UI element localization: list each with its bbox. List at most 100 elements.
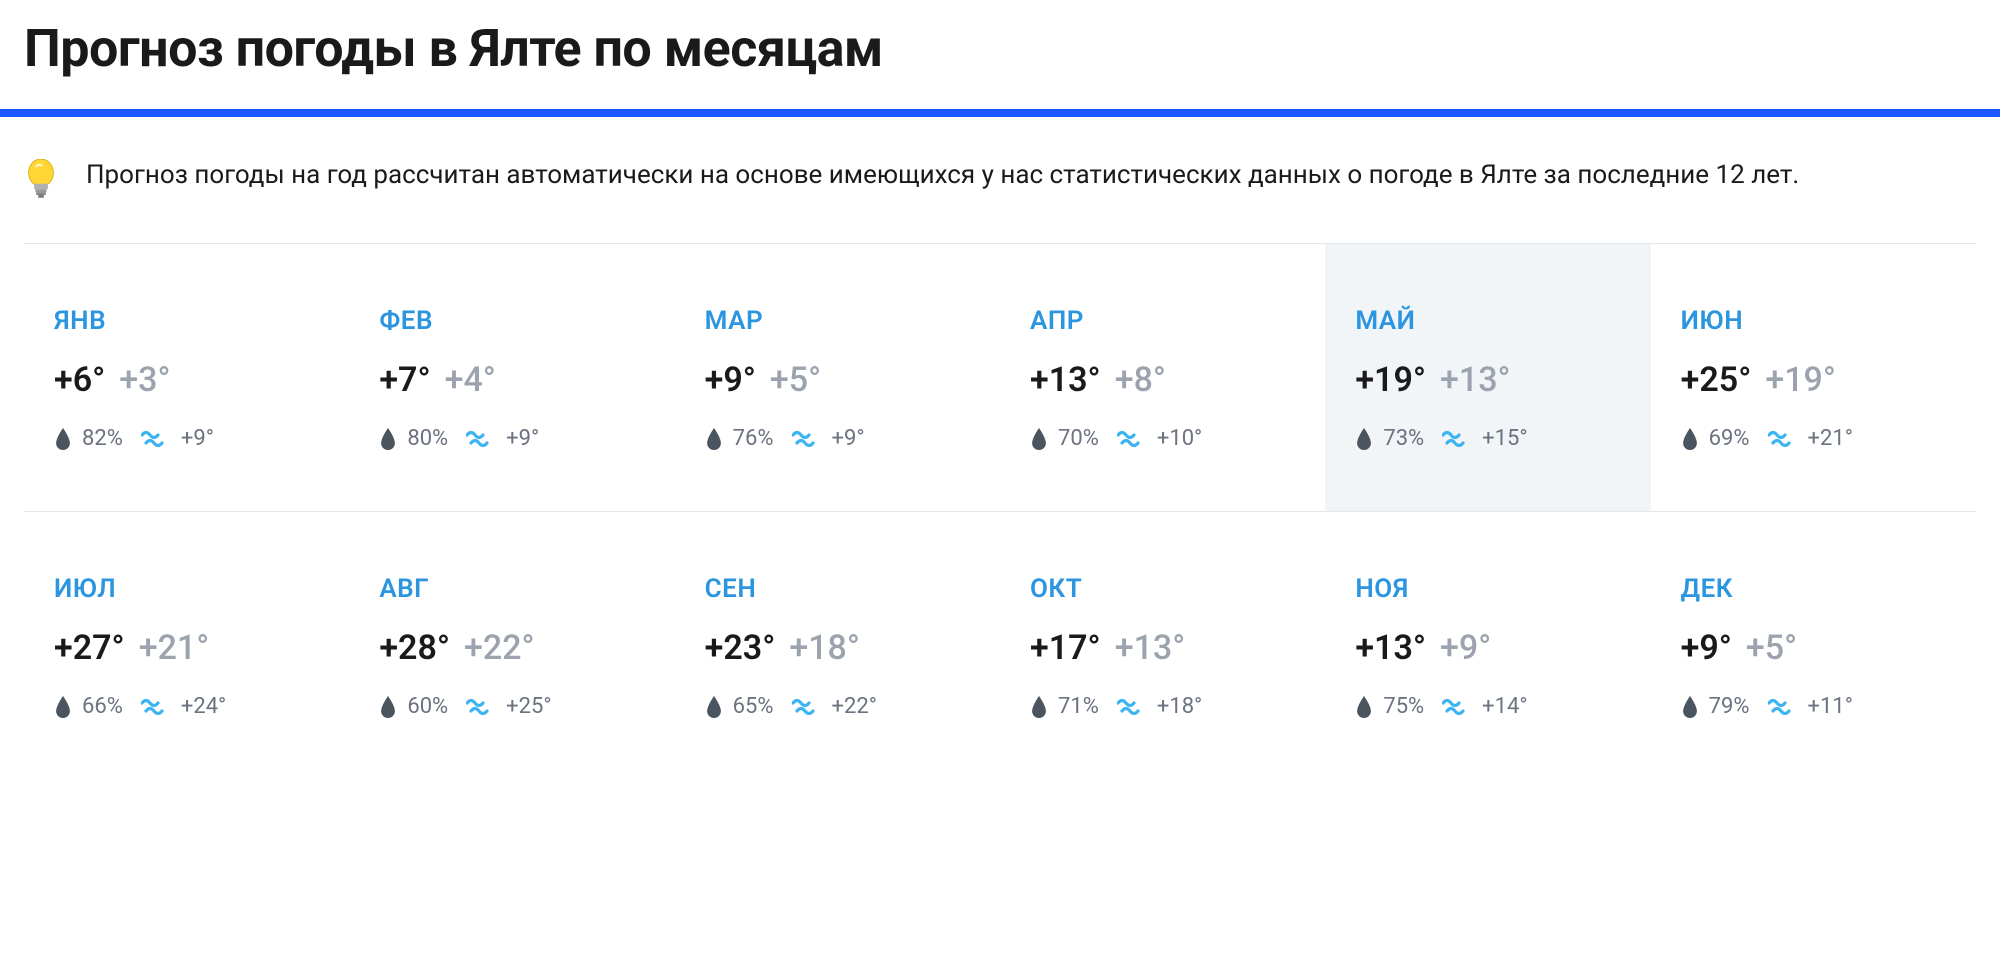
lightbulb-icon	[24, 159, 58, 207]
month-card[interactable]: ФЕВ +7° +4° 80% +9°	[349, 244, 674, 511]
month-temps: +9°+5°	[1681, 628, 1946, 668]
month-card[interactable]: МАЙ +19°+13° 73% +15°	[1325, 244, 1650, 511]
humidity-icon	[1681, 696, 1699, 718]
water-temp-value: +22°	[832, 694, 877, 719]
humidity-icon	[705, 428, 723, 450]
humidity-icon	[1355, 696, 1373, 718]
month-details: 82% +9°	[54, 426, 319, 451]
month-card[interactable]: ИЮЛ+27°+21°66%+24°	[24, 512, 349, 779]
water-temp-value: +18°	[1157, 694, 1202, 719]
accent-bar	[0, 109, 2000, 117]
temp-low: +18°	[789, 628, 860, 668]
humidity-value: 75%	[1383, 694, 1424, 719]
month-name: МАР	[705, 306, 970, 336]
water-temp-value: +9°	[832, 426, 865, 451]
month-details: 70%+10°	[1030, 426, 1295, 451]
water-temp-icon	[1442, 429, 1472, 449]
month-name: НОЯ	[1355, 574, 1620, 604]
temp-low: +5°	[770, 360, 821, 400]
month-details: 66%+24°	[54, 694, 319, 719]
temp-low: +21°	[139, 628, 210, 668]
month-card[interactable]: ОКТ +17°+13° 71%+18°	[1000, 512, 1325, 779]
month-card[interactable]: АВГ +28° +22° 60% +25°	[349, 512, 674, 779]
temp-high: +23°	[705, 628, 776, 668]
months-grid: ЯНВ+6°+3°82%+9°ФЕВ+7°+4°80%+9°МАР+9°+5°7…	[24, 244, 1976, 779]
humidity-value: 73%	[1383, 426, 1424, 451]
month-details: 79% +11°	[1681, 694, 1946, 719]
water-temp-icon	[792, 429, 822, 449]
month-card[interactable]: МАР +9° +5° 76% +9°	[675, 244, 1000, 511]
info-text: Прогноз погоды на год рассчитан автомати…	[86, 157, 1799, 195]
month-name: ИЮН	[1681, 306, 1946, 336]
month-card[interactable]: ИЮН +25° +19° 69% +21°	[1651, 244, 1976, 511]
temp-high: +25°	[1681, 360, 1752, 400]
temp-high: +13°	[1355, 628, 1426, 668]
temp-low: +9°	[1440, 628, 1491, 668]
month-details: 71%+18°	[1030, 694, 1295, 719]
water-temp-value: +11°	[1808, 694, 1853, 719]
humidity-icon	[1030, 428, 1048, 450]
humidity-value: 76%	[733, 426, 774, 451]
humidity-icon	[379, 696, 397, 718]
water-temp-value: +9°	[506, 426, 539, 451]
temp-high: +28°	[379, 628, 450, 668]
month-name: ИЮЛ	[54, 574, 319, 604]
water-temp-value: +25°	[506, 694, 551, 719]
temp-high: +19°	[1355, 360, 1426, 400]
month-details: 69% +21°	[1681, 426, 1946, 451]
water-temp-icon	[1117, 429, 1147, 449]
temp-low: +19°	[1765, 360, 1836, 400]
humidity-value: 70%	[1058, 426, 1099, 451]
humidity-value: 60%	[407, 694, 448, 719]
month-name: ДЕК	[1681, 574, 1946, 604]
humidity-icon	[705, 696, 723, 718]
water-temp-icon	[466, 697, 496, 717]
month-card[interactable]: АПР +13° +8° 70%+10°	[1000, 244, 1325, 511]
month-card[interactable]: ЯНВ+6°+3°82%+9°	[24, 244, 349, 511]
water-temp-icon	[792, 697, 822, 717]
water-temp-icon	[1442, 697, 1472, 717]
humidity-value: 69%	[1709, 426, 1750, 451]
temp-high: +13°	[1030, 360, 1101, 400]
month-card[interactable]: ДЕК +9°+5° 79% +11°	[1651, 512, 1976, 779]
temp-high: +9°	[705, 360, 756, 400]
water-temp-value: +15°	[1482, 426, 1527, 451]
humidity-icon	[1355, 428, 1373, 450]
month-temps: +23° +18°	[705, 628, 970, 668]
temp-low: +4°	[445, 360, 496, 400]
water-temp-icon	[1768, 429, 1798, 449]
month-details: 75% +14°	[1355, 694, 1620, 719]
humidity-icon	[1681, 428, 1699, 450]
water-temp-icon	[141, 429, 171, 449]
month-card[interactable]: СЕН+23°+18°65%+22°	[675, 512, 1000, 779]
water-temp-value: +9°	[181, 426, 214, 451]
temp-low: +3°	[119, 360, 170, 400]
water-temp-value: +21°	[1808, 426, 1853, 451]
month-name: АПР	[1030, 306, 1295, 336]
temp-high: +6°	[54, 360, 105, 400]
month-details: 76% +9°	[705, 426, 970, 451]
temp-low: +8°	[1115, 360, 1166, 400]
humidity-value: 80%	[407, 426, 448, 451]
month-temps: +6° +3°	[54, 360, 319, 400]
month-name: АВГ	[379, 574, 644, 604]
humidity-value: 82%	[82, 426, 123, 451]
humidity-icon	[379, 428, 397, 450]
temp-high: +7°	[379, 360, 430, 400]
temp-high: +9°	[1681, 628, 1732, 668]
water-temp-value: +14°	[1482, 694, 1527, 719]
month-name: ОКТ	[1030, 574, 1295, 604]
month-temps: +19°+13°	[1355, 360, 1620, 400]
humidity-value: 65%	[733, 694, 774, 719]
humidity-value: 79%	[1709, 694, 1750, 719]
month-temps: +17°+13°	[1030, 628, 1295, 668]
month-temps: +13° +8°	[1030, 360, 1295, 400]
humidity-value: 66%	[82, 694, 123, 719]
temp-low: +22°	[464, 628, 535, 668]
month-card[interactable]: НОЯ +13° +9° 75% +14°	[1325, 512, 1650, 779]
water-temp-icon	[141, 697, 171, 717]
water-temp-icon	[1117, 697, 1147, 717]
water-temp-icon	[1768, 697, 1798, 717]
month-name: ФЕВ	[379, 306, 644, 336]
month-name: МАЙ	[1355, 306, 1620, 336]
